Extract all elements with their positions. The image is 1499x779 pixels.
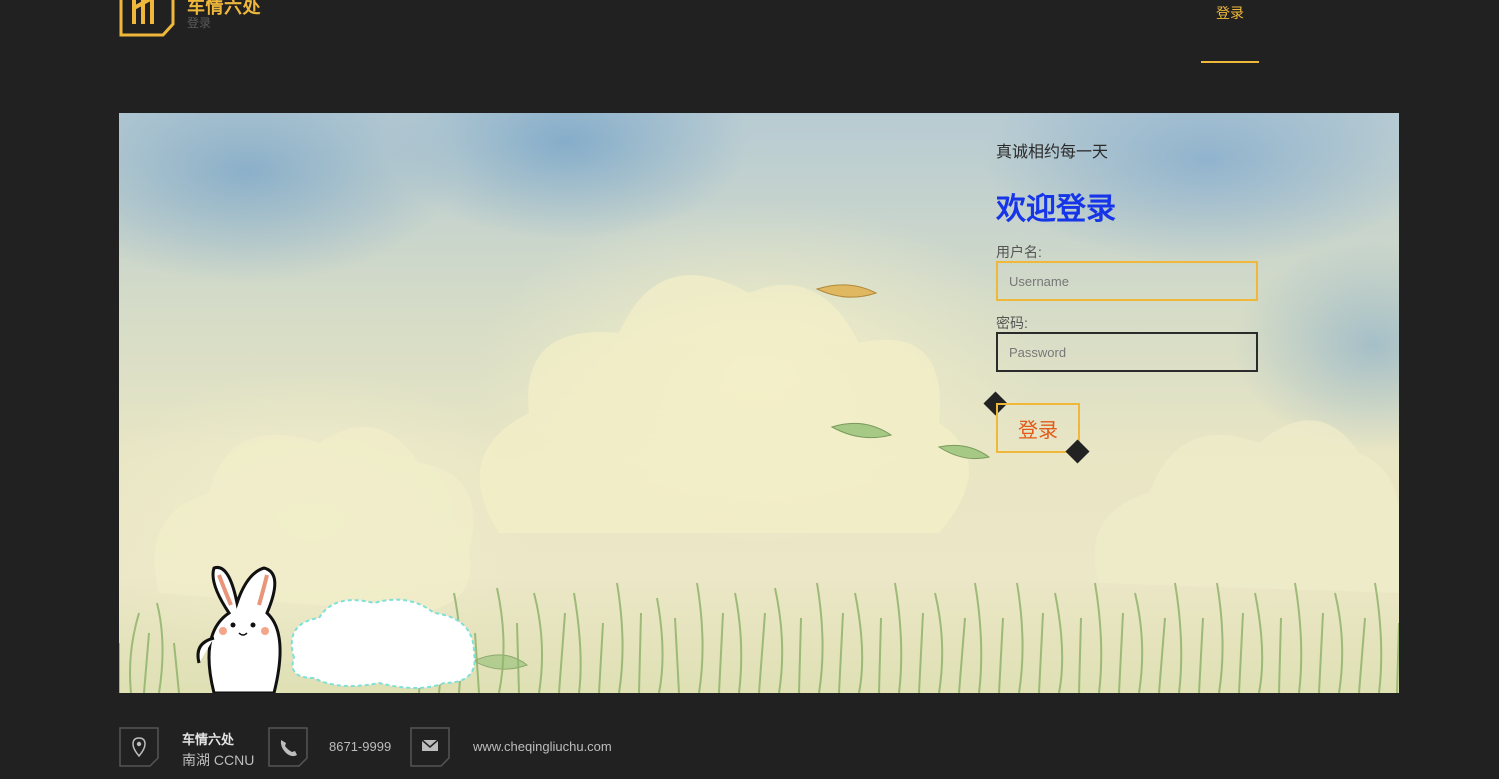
cloud-shape xyxy=(154,427,474,613)
footer-phone[interactable]: 8671-9999 xyxy=(329,739,391,754)
mail-icon xyxy=(410,727,450,767)
logo-icon[interactable] xyxy=(119,0,175,37)
brand-subtitle: 登录 xyxy=(187,16,212,30)
speech-cloud-icon xyxy=(290,598,476,689)
tagline-text: 真诚相约每一天 xyxy=(996,144,1109,161)
username-label: 用户名: xyxy=(996,244,1042,260)
footer-website-link[interactable]: www.cheqingliuchu.com xyxy=(473,739,612,754)
password-input[interactable] xyxy=(996,332,1258,372)
footer-address: 南湖 CCNU xyxy=(182,752,255,768)
location-pin-icon xyxy=(119,727,159,767)
username-input[interactable] xyxy=(996,261,1258,301)
login-button[interactable]: 登录 xyxy=(996,403,1080,453)
password-label: 密码: xyxy=(996,315,1028,331)
cloud-shape xyxy=(1094,420,1399,593)
welcome-title: 欢迎登录 xyxy=(996,193,1116,226)
footer-org-name: 车情六处 xyxy=(182,732,235,747)
site-footer: 车情六处 南湖 CCNU 8671-9999 www.cheqingliuchu… xyxy=(0,713,1499,779)
phone-icon xyxy=(268,727,308,767)
hero-banner: 真诚相约每一天 欢迎登录 用户名: 密码: 登录 xyxy=(119,113,1399,693)
nav-login-link[interactable]: 登录 xyxy=(1201,0,1259,63)
cloud-shape xyxy=(479,275,969,533)
site-header: 车情六处 登录 登录 xyxy=(0,0,1499,80)
hero-background-illustration xyxy=(119,275,1399,693)
leaf-icon xyxy=(815,284,878,298)
